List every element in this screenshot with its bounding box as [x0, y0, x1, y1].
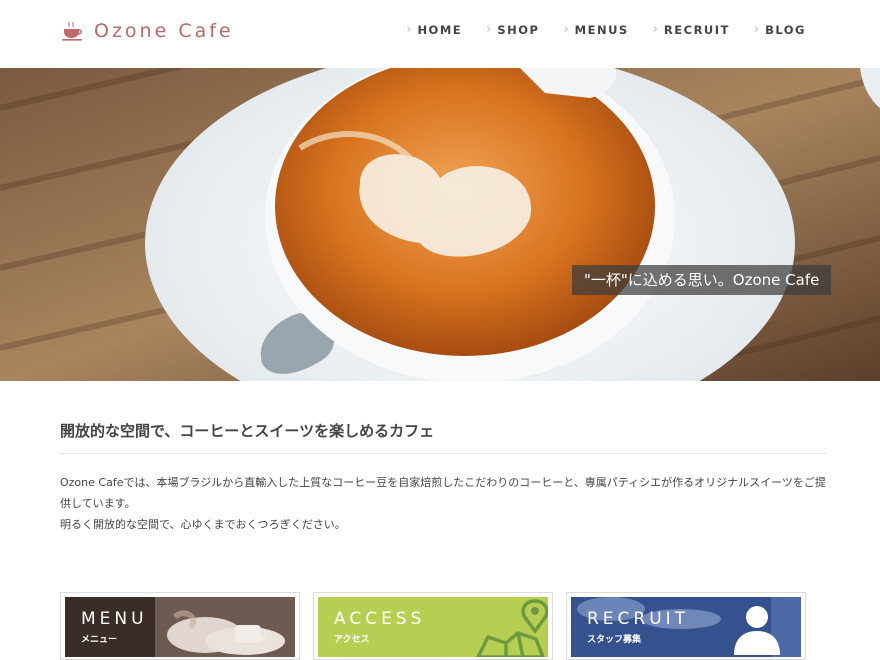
nav-recruit[interactable]: › RECRUIT: [653, 22, 730, 37]
logo-text: Ozone Cafe: [94, 20, 234, 42]
hero-image: "一杯"に込める思い。Ozone Cafe: [0, 68, 880, 381]
chevron-right-icon: ›: [753, 22, 760, 37]
menu-banner[interactable]: MENU メニュー: [60, 592, 300, 660]
nav-shop-label: SHOP: [497, 22, 540, 37]
nav-recruit-label: RECRUIT: [663, 22, 730, 37]
chevron-right-icon: ›: [486, 22, 492, 37]
nav-home-label: HOME: [417, 22, 463, 37]
recruit-banner-title: RECRUIT: [587, 609, 690, 629]
nav-menus-label: MENUS: [574, 22, 629, 37]
site-header: Ozone Cafe › HOME › SHOP › MENUS › RECRU…: [0, 0, 880, 68]
nav-blog-label: BLOG: [765, 22, 806, 37]
recruit-banner[interactable]: RECRUIT スタッフ募集: [566, 592, 806, 660]
main-nav: › HOME › SHOP › MENUS › RECRUIT › BLOG: [382, 22, 806, 37]
banner-row: MENU メニュー ACCESS アクセス RECRUIT スタッフ募集: [60, 592, 810, 660]
menu-banner-image: MENU メニュー: [65, 597, 295, 657]
hero-caption: "一杯"に込める思い。Ozone Cafe: [572, 265, 832, 295]
recruit-banner-image: RECRUIT スタッフ募集: [571, 597, 801, 657]
menu-banner-title: MENU: [81, 609, 148, 629]
chevron-right-icon: ›: [406, 22, 412, 37]
intro-paragraph: 明るく開放的な空間で、心ゆくまでおくつろぎください。: [60, 518, 346, 531]
nav-menus[interactable]: › MENUS: [563, 22, 628, 37]
access-banner[interactable]: ACCESS アクセス: [313, 592, 553, 660]
intro-heading: 開放的な空間で、コーヒーとスイーツを楽しめるカフェ: [60, 422, 435, 440]
intro-paragraph: Ozone Cafeでは、本場ブラジルから直輸入した上質なコーヒー豆を自家焙煎し…: [60, 476, 826, 510]
recruit-banner-subtitle: スタッフ募集: [587, 635, 642, 645]
menu-banner-subtitle: メニュー: [81, 635, 118, 645]
intro-body: Ozone Cafeでは、本場ブラジルから直輸入した上質なコーヒー豆を自家焙煎し…: [60, 472, 826, 535]
coffee-cup-icon: [62, 21, 82, 41]
site-logo[interactable]: Ozone Cafe: [60, 18, 234, 44]
intro-section: 開放的な空間で、コーヒーとスイーツを楽しめるカフェ Ozone Cafeでは、本…: [60, 420, 826, 535]
divider: [60, 453, 826, 454]
nav-blog[interactable]: › BLOG: [754, 22, 806, 37]
access-banner-subtitle: アクセス: [334, 635, 370, 645]
chevron-right-icon: ›: [563, 22, 569, 37]
access-banner-title: ACCESS: [334, 609, 426, 629]
nav-home[interactable]: › HOME: [406, 22, 462, 37]
chevron-right-icon: ›: [652, 22, 658, 37]
access-banner-image: ACCESS アクセス: [318, 597, 548, 657]
nav-shop[interactable]: › SHOP: [486, 22, 539, 37]
latte-art-illustration: [0, 68, 880, 381]
